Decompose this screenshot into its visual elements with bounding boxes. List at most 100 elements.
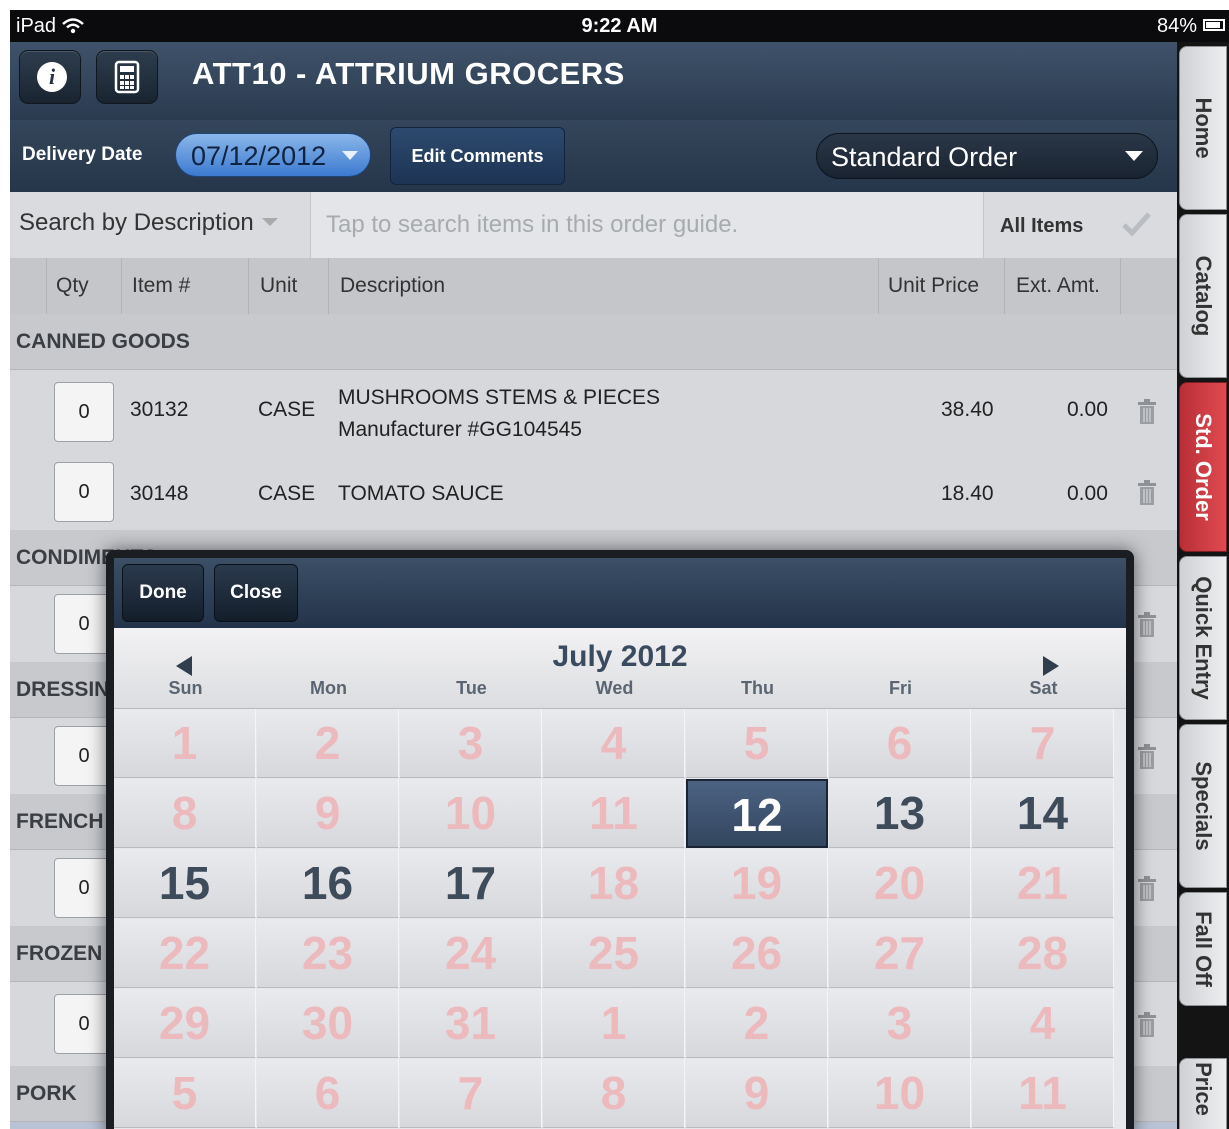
weekday-label: Sun bbox=[168, 678, 203, 698]
calendar-day[interactable]: 17 bbox=[400, 849, 542, 918]
weekday-label: Wed bbox=[595, 678, 634, 698]
tab-home[interactable]: Home bbox=[1179, 46, 1227, 210]
item-ext-amt: 0.00 bbox=[1067, 482, 1108, 505]
qty-input[interactable]: 0 bbox=[54, 994, 114, 1054]
battery-percent: 84% bbox=[1156, 15, 1197, 37]
calendar-day: 6 bbox=[257, 1059, 399, 1128]
search-input[interactable]: Tap to search items in this order guide. bbox=[310, 192, 984, 258]
item-subtext: Manufacturer #GG104545 bbox=[338, 418, 582, 441]
all-items-filter[interactable]: All Items bbox=[1000, 215, 1083, 238]
table-header: Qty Item # Unit Description Unit Price E… bbox=[10, 258, 1177, 315]
tab-label: Quick Entry bbox=[1191, 576, 1216, 700]
trash-icon[interactable] bbox=[1137, 399, 1157, 425]
item-unit: CASE bbox=[258, 398, 316, 421]
tab-label: Price bbox=[1191, 1062, 1216, 1116]
tab-quick-entry[interactable]: Quick Entry bbox=[1179, 556, 1227, 720]
qty-input[interactable]: 0 bbox=[54, 858, 114, 918]
delivery-date-label: Delivery Date bbox=[22, 144, 143, 165]
qty-input[interactable]: 0 bbox=[54, 382, 114, 442]
calendar-day: 1 bbox=[543, 989, 685, 1058]
info-button[interactable]: i bbox=[19, 50, 81, 104]
order-type-select[interactable]: Standard Order bbox=[816, 133, 1158, 179]
delivery-date-picker[interactable]: 07/12/2012 bbox=[175, 133, 371, 177]
calendar-header: July 2012 Sun Mon Tue Wed Thu Fri Sat bbox=[114, 628, 1126, 709]
tab-std-order[interactable]: Std. Order bbox=[1179, 382, 1227, 552]
column-divider bbox=[878, 258, 879, 314]
calendar-day: 20 bbox=[829, 849, 971, 918]
weekday-label: Thu bbox=[741, 678, 774, 698]
calendar-day: 30 bbox=[257, 989, 399, 1058]
weekday-label: Fri bbox=[888, 678, 912, 698]
search-mode-select[interactable]: Search by Description bbox=[19, 209, 278, 237]
col-unit: Unit bbox=[260, 274, 298, 297]
chevron-down-icon bbox=[1125, 151, 1143, 161]
calendar-day: 9 bbox=[686, 1059, 828, 1128]
column-divider bbox=[328, 258, 329, 314]
calendar-day: 4 bbox=[972, 989, 1114, 1058]
calendar-day[interactable]: 15 bbox=[114, 849, 256, 918]
status-bar: iPad 9:22 AM 84% bbox=[10, 10, 1229, 42]
chevron-down-icon bbox=[261, 218, 278, 226]
qty-input[interactable]: 0 bbox=[54, 594, 114, 654]
calendar-day[interactable]: 16 bbox=[257, 849, 399, 918]
item-unit-price: 18.40 bbox=[941, 482, 994, 505]
next-month-icon[interactable] bbox=[1043, 656, 1059, 676]
calendar-day: 11 bbox=[972, 1059, 1114, 1128]
tab-label: Fall Off bbox=[1191, 911, 1216, 987]
item-unit-price: 38.40 bbox=[941, 398, 994, 421]
calendar-day: 6 bbox=[829, 709, 971, 778]
weekday-label: Tue bbox=[456, 678, 487, 698]
tab-specials[interactable]: Specials bbox=[1179, 724, 1227, 888]
calendar-day: 28 bbox=[972, 919, 1114, 988]
order-toolbar: Delivery Date 07/12/2012 Edit Comments S… bbox=[10, 120, 1177, 192]
trash-icon[interactable] bbox=[1137, 876, 1157, 902]
done-button[interactable]: Done bbox=[122, 564, 204, 622]
table-row[interactable]: 0 30148 CASE TOMATO SAUCE 18.40 0.00 bbox=[10, 454, 1177, 531]
calculator-button[interactable] bbox=[96, 50, 158, 104]
tab-fall-off[interactable]: Fall Off bbox=[1179, 892, 1227, 1006]
calendar-day: 11 bbox=[543, 779, 685, 848]
col-item: Item # bbox=[132, 274, 191, 297]
qty-input[interactable]: 0 bbox=[54, 726, 114, 786]
battery-icon bbox=[1203, 19, 1225, 31]
tab-label: Catalog bbox=[1191, 255, 1216, 337]
calendar-day: 5 bbox=[686, 709, 828, 778]
calendar: July 2012 Sun Mon Tue Wed Thu Fri Sat 12345678… bbox=[114, 628, 1126, 1129]
previous-month-icon[interactable] bbox=[176, 656, 192, 676]
calendar-day: 25 bbox=[543, 919, 685, 988]
section-header: CANNED GOODS bbox=[10, 314, 1177, 370]
tab-catalog[interactable]: Catalog bbox=[1179, 214, 1227, 378]
check-icon[interactable] bbox=[1118, 206, 1154, 242]
info-icon: i bbox=[37, 62, 67, 92]
item-number: 30148 bbox=[130, 482, 189, 505]
calendar-day: 27 bbox=[829, 919, 971, 988]
calendar-day: 5 bbox=[114, 1059, 256, 1128]
calendar-day: 7 bbox=[400, 1059, 542, 1128]
search-mode-label: Search by Description bbox=[19, 209, 254, 236]
calendar-day: 19 bbox=[686, 849, 828, 918]
tab-label: Specials bbox=[1191, 761, 1216, 851]
calendar-day-selected[interactable]: 12 bbox=[686, 779, 828, 848]
edit-comments-button[interactable]: Edit Comments bbox=[390, 127, 565, 185]
qty-input[interactable]: 0 bbox=[54, 462, 114, 522]
calendar-day: 10 bbox=[829, 1059, 971, 1128]
trash-icon[interactable] bbox=[1137, 1012, 1157, 1038]
item-number: 30132 bbox=[130, 398, 189, 421]
calendar-day: 1 bbox=[114, 709, 256, 778]
trash-icon[interactable] bbox=[1137, 480, 1157, 506]
calendar-day: 2 bbox=[257, 709, 399, 778]
col-unit-price: Unit Price bbox=[888, 274, 980, 297]
calendar-day[interactable]: 13 bbox=[829, 779, 971, 848]
calendar-day: 10 bbox=[400, 779, 542, 848]
calendar-day[interactable]: 14 bbox=[972, 779, 1114, 848]
trash-icon[interactable] bbox=[1137, 612, 1157, 638]
trash-icon[interactable] bbox=[1137, 744, 1157, 770]
calendar-day: 3 bbox=[400, 709, 542, 778]
col-ext-amt: Ext. Amt. bbox=[1016, 274, 1101, 297]
tab-price[interactable]: Price bbox=[1179, 1058, 1227, 1129]
side-tab-bar: Home Catalog Std. Order Quick Entry Spec… bbox=[1177, 42, 1229, 1129]
calendar-day: 2 bbox=[686, 989, 828, 1058]
close-button[interactable]: Close bbox=[214, 564, 298, 622]
calendar-day: 4 bbox=[543, 709, 685, 778]
table-row[interactable]: 0 30132 CASE MUSHROOMS STEMS & PIECES Ma… bbox=[10, 370, 1177, 455]
